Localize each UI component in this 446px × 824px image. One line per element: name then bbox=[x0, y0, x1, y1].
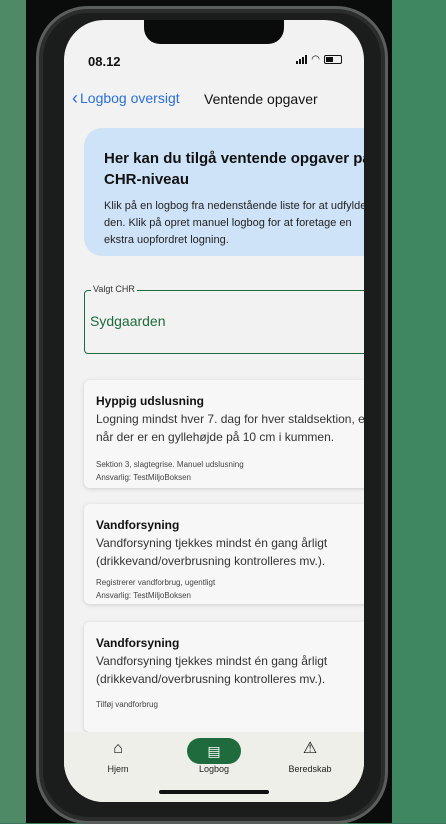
card-title: Hyppig udslusning bbox=[96, 394, 204, 408]
info-card: Her kan du tilgå ventende opgaver på CHR… bbox=[84, 128, 364, 256]
card-meta: Tilføj vandforbrug bbox=[96, 698, 158, 711]
page-title: Ventende opgaver bbox=[204, 91, 318, 107]
chr-select[interactable]: Valgt CHR Sydgaarden ⌄ bbox=[84, 284, 364, 354]
battery-icon bbox=[324, 55, 342, 64]
home-indicator bbox=[159, 790, 269, 794]
card-title: Vandforsyning bbox=[96, 518, 180, 532]
status-bar: 08.12 ◠ bbox=[64, 48, 364, 70]
tab-label: Hjem bbox=[107, 764, 129, 774]
background-right bbox=[392, 0, 446, 823]
chevron-left-icon: ‹ bbox=[72, 88, 78, 108]
card-responsible: Ansvarlig: TestMiljoBoksen bbox=[96, 473, 192, 482]
warning-icon: ⚠ bbox=[302, 740, 318, 757]
status-icons: ◠ bbox=[296, 54, 342, 65]
home-icon: ⌂ bbox=[113, 740, 123, 757]
card-title: Vandforsyning bbox=[96, 636, 180, 650]
chr-select-value: Sydgaarden bbox=[90, 313, 166, 329]
tab-label: Logbog bbox=[198, 764, 230, 774]
logbook-card[interactable]: Vandforsyning Vandforsyning tjekkes mind… bbox=[84, 504, 364, 604]
wifi-icon: ◠ bbox=[311, 54, 320, 65]
card-meta-line: Tilføj vandforbrug bbox=[96, 700, 158, 709]
tab-logbook[interactable]: ▤ Logbog bbox=[174, 738, 254, 774]
chr-select-label: Valgt CHR bbox=[91, 284, 137, 294]
logbook-card[interactable]: Vandforsyning Vandforsyning tjekkes mind… bbox=[84, 622, 364, 732]
card-responsible: Ansvarlig: TestMiljoBoksen bbox=[96, 591, 192, 600]
back-label: Logbog oversigt bbox=[80, 90, 180, 106]
signal-icon bbox=[296, 55, 308, 64]
card-meta: Registrerer vandforbrug, ugentligt Ansva… bbox=[96, 576, 215, 602]
card-description: Vandforsyning tjekkes mindst én gang årl… bbox=[96, 654, 328, 686]
card-description: Logning mindst hver 7. dag for hver stal… bbox=[96, 412, 364, 444]
navigation-bar: ‹ Logbog oversigt Ventende opgaver bbox=[64, 86, 364, 114]
tab-bar: ⌂ Hjem ▤ Logbog ⚠ Beredskab bbox=[64, 732, 364, 802]
notch bbox=[144, 20, 284, 44]
tab-preparedness[interactable]: ⚠ Beredskab bbox=[270, 738, 350, 774]
info-text: Klik på en logbog fra nedenstående liste… bbox=[104, 200, 364, 246]
card-description: Vandforsyning tjekkes mindst én gang årl… bbox=[96, 536, 328, 568]
phone-screen: 08.12 ◠ ‹ Logbog oversigt Ventende opgav… bbox=[64, 20, 364, 802]
logbook-card[interactable]: Hyppig udslusning Logning mindst hver 7.… bbox=[84, 380, 364, 488]
back-button[interactable]: ‹ Logbog oversigt bbox=[72, 88, 180, 108]
background-left bbox=[0, 0, 26, 823]
card-meta-line: Sektion 3, slagtegrise. Manuel udslusnin… bbox=[96, 460, 244, 469]
card-meta-line: Registrerer vandforbrug, ugentligt bbox=[96, 578, 216, 587]
info-title: Her kan du tilgå ventende opgaver på CHR… bbox=[104, 150, 364, 188]
tab-label: Beredskab bbox=[288, 764, 332, 774]
logbook-add-icon: ▤ bbox=[187, 738, 241, 764]
card-meta: Sektion 3, slagtegrise. Manuel udslusnin… bbox=[96, 458, 244, 484]
status-time: 08.12 bbox=[88, 54, 121, 69]
tab-home[interactable]: ⌂ Hjem bbox=[78, 738, 158, 774]
